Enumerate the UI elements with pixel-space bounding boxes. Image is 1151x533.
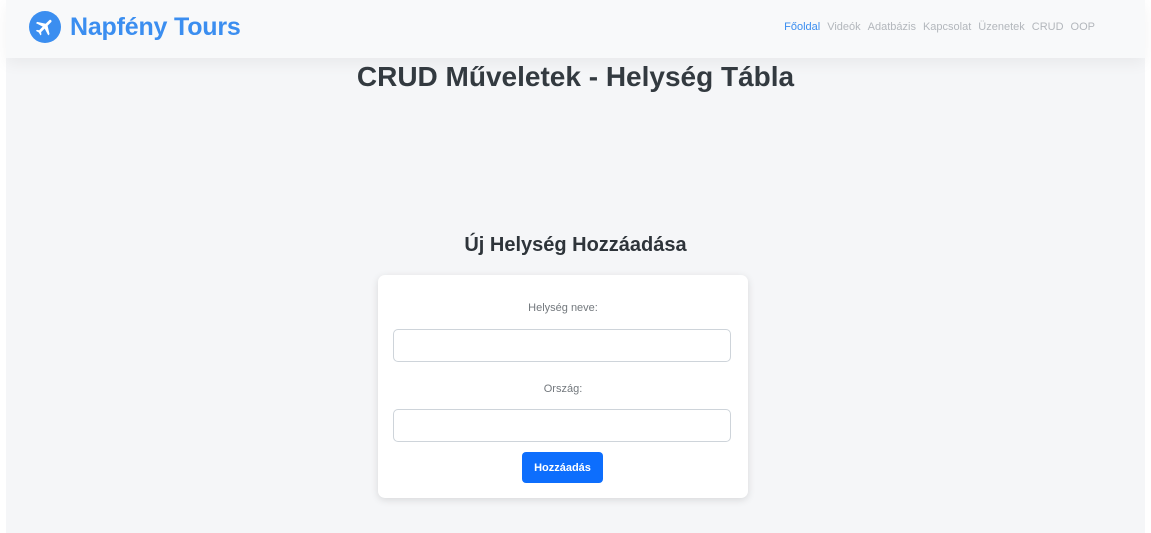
brand-name: Napfény Tours — [70, 12, 241, 41]
airplane-icon — [29, 11, 61, 43]
country-input[interactable] — [393, 409, 731, 442]
navbar: Napfény Tours Főoldal Videók Adatbázis K… — [6, 0, 1145, 58]
nav-link-kapcsolat[interactable]: Kapcsolat — [923, 21, 971, 33]
nav-link-adatbazis[interactable]: Adatbázis — [868, 21, 916, 33]
country-label: Ország: — [543, 383, 583, 395]
city-name-label: Helység neve: — [528, 302, 598, 314]
nav-link-videok[interactable]: Videók — [827, 21, 860, 33]
page-title: CRUD Műveletek - Helység Tábla — [356, 61, 795, 92]
add-button[interactable]: Hozzáadás — [522, 452, 603, 483]
nav-link-uzenetek[interactable]: Üzenetek — [978, 21, 1024, 33]
add-city-form-card: Helység neve: Ország: Hozzáadás — [378, 275, 748, 498]
city-name-input[interactable] — [393, 329, 731, 362]
nav-link-oop[interactable]: OOP — [1071, 21, 1095, 33]
nav-links: Főoldal Videók Adatbázis Kapcsolat Üzene… — [784, 21, 1095, 33]
page-background: Napfény Tours Főoldal Videók Adatbázis K… — [6, 0, 1145, 533]
form-title: Új Helység Hozzáadása — [464, 234, 687, 256]
brand-logo-link[interactable]: Napfény Tours — [29, 11, 241, 43]
nav-link-fooldal[interactable]: Főoldal — [784, 21, 820, 33]
nav-link-crud[interactable]: CRUD — [1032, 21, 1064, 33]
